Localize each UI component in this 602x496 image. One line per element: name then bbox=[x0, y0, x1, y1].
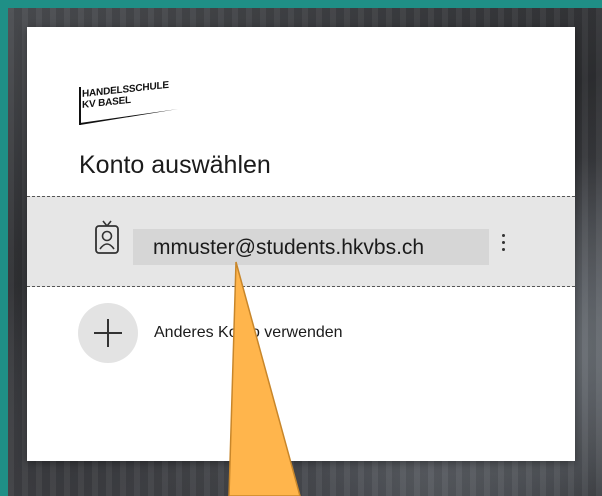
account-email-highlight[interactable]: mmuster@students.hkvbs.ch bbox=[133, 229, 489, 265]
use-another-account-label: Anderes Konto verwenden bbox=[154, 324, 343, 341]
add-account-button[interactable] bbox=[78, 303, 138, 363]
account-tile[interactable]: mmuster@students.hkvbs.ch bbox=[27, 196, 575, 287]
page-title: Konto auswählen bbox=[79, 151, 271, 179]
use-another-account-option[interactable]: Anderes Konto verwenden bbox=[27, 287, 575, 377]
account-email: mmuster@students.hkvbs.ch bbox=[153, 236, 425, 259]
school-logo: HANDELSSCHULE KV BASEL bbox=[78, 79, 182, 127]
account-picker-dialog: HANDELSSCHULE KV BASEL Konto auswählen m… bbox=[27, 27, 575, 461]
plus-icon bbox=[94, 319, 122, 347]
id-badge-icon bbox=[95, 220, 119, 254]
more-options-icon[interactable] bbox=[497, 231, 509, 261]
